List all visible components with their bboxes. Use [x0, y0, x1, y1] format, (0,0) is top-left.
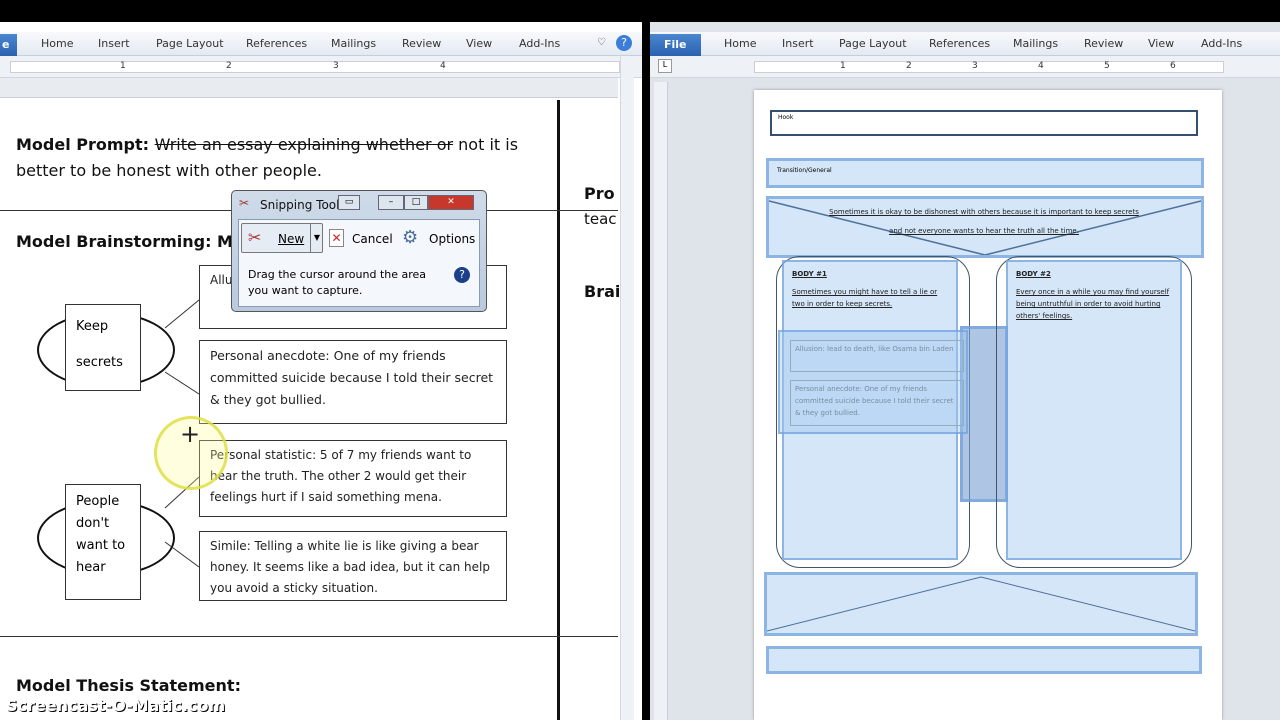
prompt-fragment: teac	[584, 210, 617, 228]
window-title: Snipping Tool	[260, 198, 340, 212]
allusion-box: Allusion: lead to death, like Osama bin …	[790, 340, 964, 372]
maximize-button[interactable]: □	[404, 195, 428, 210]
hook-box: Hook	[770, 110, 1198, 136]
vertical-scrollbar[interactable]	[620, 56, 634, 720]
evidence-box: Personal anecdote: One of my friends com…	[199, 340, 507, 424]
snipping-tool-icon: ✂	[239, 196, 250, 210]
instruction-text: Drag the cursor around the area you want…	[248, 268, 427, 297]
transition-box: Transition/General	[766, 158, 1204, 188]
ribbon: File Home Insert Page Layout References …	[650, 32, 1280, 56]
reverse-funnel-triangle	[767, 576, 1195, 632]
prompt-fragment: Pro	[584, 184, 615, 203]
help-icon[interactable]: ?	[454, 267, 470, 283]
options-button[interactable]: Options	[429, 232, 475, 246]
thesis-heading: Model Thesis Statement:	[16, 676, 241, 695]
scissors-icon: ✂	[248, 228, 262, 247]
snap-icon[interactable]: ▭	[338, 195, 360, 210]
tab-home[interactable]: Home	[724, 37, 756, 50]
minimize-button[interactable]: –	[378, 195, 404, 210]
file-tab[interactable]: File	[650, 34, 701, 56]
tab-references[interactable]: References	[929, 37, 990, 50]
ruler-number: 5	[1104, 61, 1110, 71]
left-word-window: e Home Insert Page Layout References Mai…	[0, 22, 642, 720]
closing-box	[766, 646, 1202, 674]
cancel-icon: ✕	[329, 229, 344, 247]
ruler-number: 2	[906, 61, 912, 71]
tab-page-layout[interactable]: Page Layout	[839, 37, 907, 50]
conclusion-box	[764, 572, 1198, 636]
tab-view[interactable]: View	[1148, 37, 1174, 50]
vertical-ruler	[654, 82, 668, 720]
cancel-button[interactable]: Cancel	[352, 232, 393, 246]
new-snip-button[interactable]: ✂ New ▼	[241, 223, 323, 253]
snipping-tool-window: ✂ Snipping Tool ▭ – □ ✕ ✂ New ▼ ✕ Cancel…	[231, 190, 487, 312]
body1-title: BODY #1	[792, 270, 827, 278]
gear-icon: ⚙	[402, 227, 419, 248]
new-dropdown-arrow-icon[interactable]: ▼	[310, 224, 323, 252]
tab-mailings[interactable]: Mailings	[1013, 37, 1058, 50]
ruler-number: 4	[1038, 61, 1044, 71]
evidence-overlay: Allusion: lead to death, like Osama bin …	[778, 330, 968, 434]
hook-label: Hook	[778, 114, 794, 121]
thesis-text: Sometimes it is okay to be dishonest wit…	[829, 208, 1139, 235]
body1-text: Sometimes you might have to tell a lie o…	[792, 288, 938, 308]
watermark: Screencast-O-Matic.com	[6, 696, 226, 715]
body2-title: BODY #2	[1016, 270, 1051, 278]
brainstorm-fragment: Brai	[584, 282, 621, 301]
tab-add-ins[interactable]: Add-Ins	[1201, 37, 1242, 50]
crosshair-cursor-icon: +	[180, 420, 201, 448]
tab-insert[interactable]: Insert	[782, 37, 814, 50]
ruler-number: 3	[972, 61, 978, 71]
right-word-window: File Home Insert Page Layout References …	[650, 22, 1280, 720]
tab-review[interactable]: Review	[1084, 37, 1123, 50]
ruler-number: 1	[840, 61, 846, 71]
new-label: New	[278, 232, 305, 246]
anecdote-box: Personal anecdote: One of my friends com…	[790, 380, 964, 426]
thesis-box: Sometimes it is okay to be dishonest wit…	[766, 196, 1204, 258]
document-page: Hook Transition/General Sometimes it is …	[754, 90, 1222, 720]
ruler-number: 6	[1170, 61, 1176, 71]
body2-text: Every once in a while you may find yours…	[1016, 288, 1170, 320]
transition-label: Transition/General	[777, 167, 832, 174]
evidence-box: Personal statistic: 5 of 7 my friends wa…	[199, 440, 507, 517]
close-button[interactable]: ✕	[428, 195, 474, 210]
evidence-box: Simile: Telling a white lie is like givi…	[199, 531, 507, 601]
tab-selector-icon[interactable]: L	[658, 59, 672, 73]
horizontal-ruler[interactable]: L 1 2 3 4 5 6	[650, 56, 1280, 78]
body2-box: BODY #2 Every once in a while you may fi…	[1006, 260, 1182, 560]
